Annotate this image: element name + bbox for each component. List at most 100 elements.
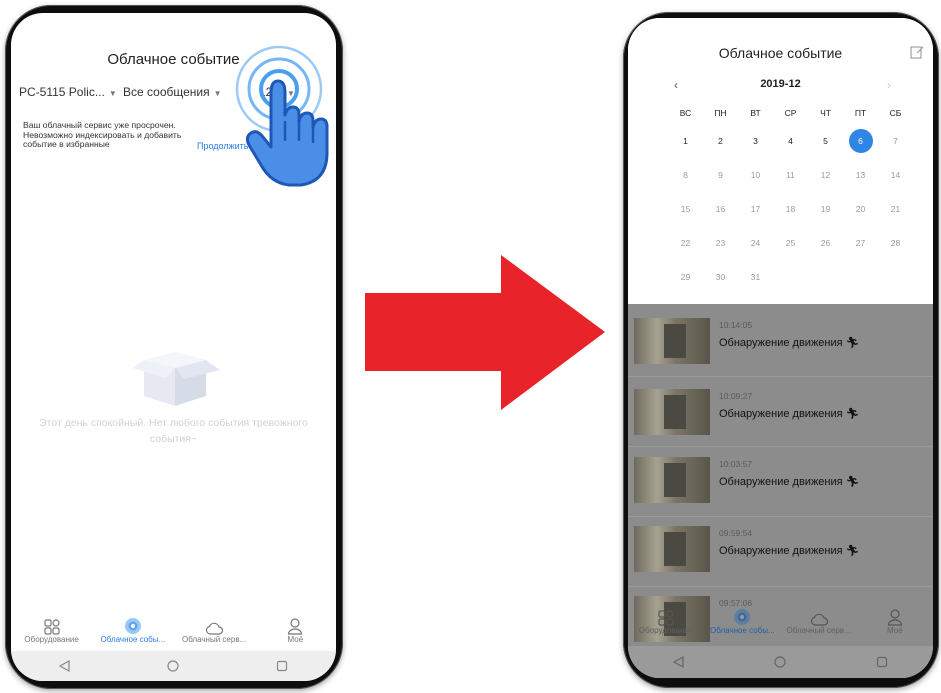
tab-label: Облачное собы... [710,626,775,635]
recents-square-icon [276,660,287,672]
tap-gesture-hand-icon [235,45,329,187]
nav-back-button[interactable] [50,651,80,681]
device-filter[interactable]: PC-5115 Polic... ▼ [19,85,117,99]
calendar-week: 22 23 24 25 26 27 28 [668,226,913,260]
calendar-grid: ВС ПН ВТ СР ЧТ ПТ СБ 1 2 3 4 5 6 7 8 9 1… [668,102,913,294]
expired-notice: Ваш облачный сервис уже просрочен. Невоз… [23,120,182,149]
calendar-day[interactable]: 12 [808,170,843,180]
calendar-day-selected[interactable]: 6 [843,129,878,153]
calendar-day[interactable]: 28 [878,238,913,248]
tab-cloud-service[interactable]: Облачный серв... [174,613,255,644]
calendar-day[interactable]: 14 [878,170,913,180]
messages-filter[interactable]: Все сообщения ▼ [123,85,222,99]
event-time: 09:59:54 [719,528,753,538]
recents-square-icon [877,656,888,668]
calendar-day[interactable]: 27 [843,238,878,248]
event-item[interactable]: 09:59:54 Обнаружение движения 🏃︎ [634,526,924,576]
empty-state-message: Этот день спокойный. Нет любого события … [39,417,308,445]
calendar-day[interactable]: 7 [878,136,913,146]
event-thumbnail [634,457,710,503]
weekday-label: ЧТ [820,108,831,118]
tab-cloud-event[interactable]: Облачное собы... [704,604,780,635]
event-label-text: Обнаружение движения [719,337,843,349]
selected-day-label: 6 [848,129,873,153]
event-time: 10:03:57 [719,459,753,469]
calendar-day[interactable]: 4 [773,136,808,146]
person-icon [887,609,902,626]
calendar-day[interactable]: 1 [668,136,703,146]
calendar-day[interactable]: 21 [878,204,913,214]
calendar-week: 1 2 3 4 5 6 7 [668,124,913,158]
nav-recents-button[interactable] [867,647,897,677]
motion-icon: 🏃︎ [845,476,860,488]
tab-equipment[interactable]: Оборудование [628,604,704,635]
event-label-text: Обнаружение движения [719,545,843,557]
event-divider [628,586,933,587]
phone-right: Облачное событие ‹ 2019-12 › ВС ПН ВТ СР… [623,12,939,688]
nav-home-button[interactable] [765,647,795,677]
calendar-day[interactable]: 22 [668,238,703,248]
calendar-day[interactable]: 8 [668,170,703,180]
phone-left: Облачное событие PC-5115 Polic... ▼ Все с… [5,5,343,689]
calendar-day[interactable]: 18 [773,204,808,214]
event-label: Обнаружение движения 🏃︎ [719,407,860,420]
calendar-day[interactable]: 29 [668,272,703,282]
weekday-label: СР [784,108,797,118]
calendar-day[interactable]: 23 [703,238,738,248]
tab-mine[interactable]: Моё [255,613,336,644]
calendar-day[interactable]: 17 [738,204,773,214]
tab-label: Оборудование [638,626,694,635]
weekday-label: ВТ [750,108,761,118]
bottom-tab-bar: Оборудование Облачное собы... Облачный с… [11,613,336,644]
bottom-tab-bar: Оборудование Облачное собы... Облачный с… [628,604,933,635]
calendar-day[interactable]: 9 [703,170,738,180]
event-item[interactable]: 10:09:27 Обнаружение движения 🏃︎ [634,389,924,439]
devices-icon [658,610,674,626]
calendar-day[interactable]: 2 [703,136,738,146]
calendar-day[interactable]: 30 [703,272,738,282]
calendar-day[interactable]: 26 [808,238,843,248]
weekday-label: ВС [679,108,692,118]
event-label-text: Обнаружение движения [719,408,843,420]
back-triangle-icon [672,656,684,668]
weekday-label: ПН [714,108,727,118]
nav-home-button[interactable] [158,651,188,681]
device-filter-label: PC-5115 Polic... [19,85,105,99]
calendar-day[interactable]: 11 [773,170,808,180]
system-nav-bar [11,651,336,681]
calendar-day[interactable]: 19 [808,204,843,214]
event-thumbnail [634,389,710,435]
motion-icon: 🏃︎ [845,408,860,420]
calendar-day[interactable]: 31 [738,272,773,282]
next-month-chevron-icon[interactable]: › [887,78,891,92]
tab-mine[interactable]: Моё [857,604,933,635]
calendar-day[interactable]: 5 [808,136,843,146]
system-nav-bar [628,646,933,678]
calendar-day[interactable]: 3 [738,136,773,146]
chevron-down-icon: ▼ [108,89,117,98]
home-circle-icon [167,660,180,672]
edit-icon[interactable] [910,45,924,59]
calendar-day[interactable]: 25 [773,238,808,248]
calendar-day[interactable]: 13 [843,170,878,180]
event-label: Обнаружение движения 🏃︎ [719,544,860,557]
tab-label: Облачное собы... [100,635,166,644]
calendar-day[interactable]: 24 [738,238,773,248]
tab-equipment[interactable]: Оборудование [11,613,92,644]
weekday-label: ПТ [854,108,867,118]
right-screen: Облачное событие ‹ 2019-12 › ВС ПН ВТ СР… [628,18,933,678]
tab-cloud-service[interactable]: Облачный серв... [781,604,857,635]
messages-filter-label: Все сообщения [123,85,210,99]
cloud-event-icon [734,609,751,625]
nav-recents-button[interactable] [267,651,297,681]
nav-back-button[interactable] [664,647,694,677]
calendar-day[interactable]: 10 [738,170,773,180]
weekday-header: ВС ПН ВТ СР ЧТ ПТ СБ [668,102,913,124]
calendar-day[interactable]: 15 [668,204,703,214]
calendar-day[interactable]: 20 [843,204,878,214]
tab-cloud-event[interactable]: Облачное собы... [92,613,173,644]
page-title: Облачное событие [718,45,843,61]
event-item[interactable]: 10:14:05 Обнаружение движения 🏃︎ [634,318,924,368]
event-item[interactable]: 10:03:57 Обнаружение движения 🏃︎ [634,457,924,507]
calendar-day[interactable]: 16 [703,204,738,214]
